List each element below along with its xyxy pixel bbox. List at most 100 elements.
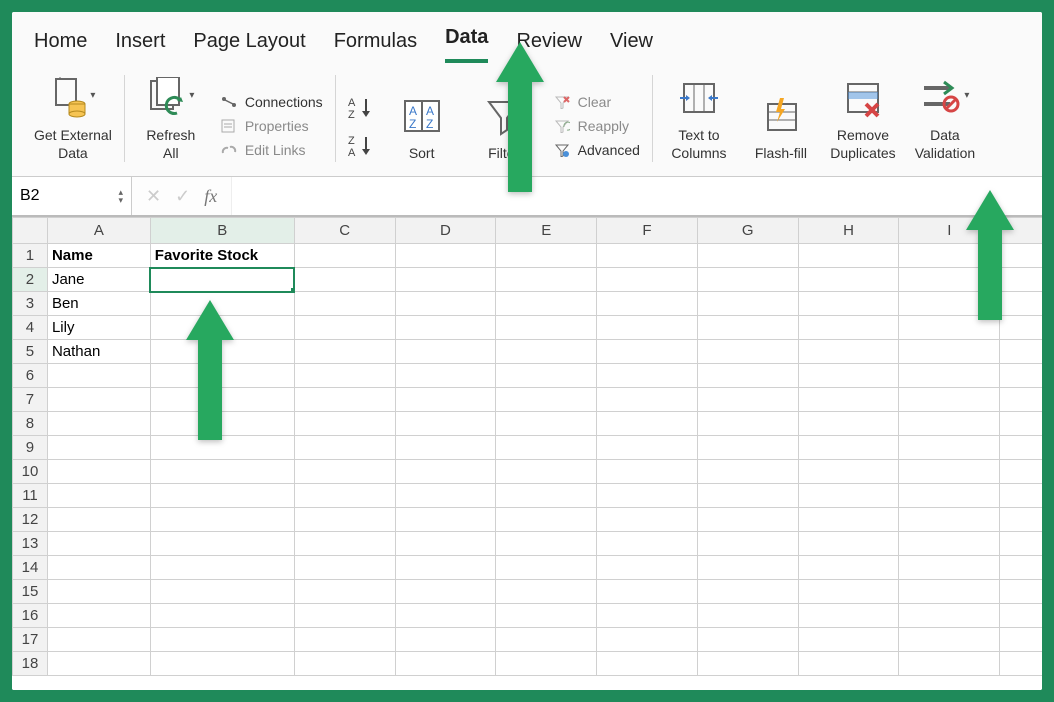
cell-I12[interactable] <box>899 508 1000 532</box>
cell-A3[interactable]: Ben <box>47 292 150 316</box>
cell-F7[interactable] <box>597 388 698 412</box>
cell-I7[interactable] <box>899 388 1000 412</box>
cell-D4[interactable] <box>395 316 496 340</box>
cell-E5[interactable] <box>496 340 597 364</box>
cell-G1[interactable] <box>697 244 798 268</box>
col-header-G[interactable]: G <box>697 218 798 244</box>
cell-A10[interactable] <box>47 460 150 484</box>
cell-B6[interactable] <box>150 364 294 388</box>
cell-G13[interactable] <box>697 532 798 556</box>
cell-E17[interactable] <box>496 628 597 652</box>
cell-G16[interactable] <box>697 604 798 628</box>
cell-G8[interactable] <box>697 412 798 436</box>
cell-C6[interactable] <box>294 364 395 388</box>
cell-C11[interactable] <box>294 484 395 508</box>
cell-A17[interactable] <box>47 628 150 652</box>
row-header-8[interactable]: 8 <box>13 412 48 436</box>
formula-input[interactable] <box>232 177 1042 215</box>
cell-B15[interactable] <box>150 580 294 604</box>
row-header-17[interactable]: 17 <box>13 628 48 652</box>
sort-ascending-button[interactable]: A Z <box>348 96 374 120</box>
cell-C16[interactable] <box>294 604 395 628</box>
cell-A4[interactable]: Lily <box>47 316 150 340</box>
cell-D2[interactable] <box>395 268 496 292</box>
cell-A9[interactable] <box>47 436 150 460</box>
connections-button[interactable]: Connections <box>219 94 323 110</box>
col-header-E[interactable]: E <box>496 218 597 244</box>
cell-D8[interactable] <box>395 412 496 436</box>
cell-E14[interactable] <box>496 556 597 580</box>
cell-B14[interactable] <box>150 556 294 580</box>
cell-B13[interactable] <box>150 532 294 556</box>
cell-F18[interactable] <box>597 652 698 676</box>
cell-B16[interactable] <box>150 604 294 628</box>
cell-A6[interactable] <box>47 364 150 388</box>
cell-H14[interactable] <box>798 556 899 580</box>
cell-H1[interactable] <box>798 244 899 268</box>
cell-H3[interactable] <box>798 292 899 316</box>
cell-G3[interactable] <box>697 292 798 316</box>
cell-B4[interactable] <box>150 316 294 340</box>
cell-C1[interactable] <box>294 244 395 268</box>
properties-button[interactable]: Properties <box>219 118 323 134</box>
cell-C3[interactable] <box>294 292 395 316</box>
cell-C9[interactable] <box>294 436 395 460</box>
cell-G7[interactable] <box>697 388 798 412</box>
cell-D16[interactable] <box>395 604 496 628</box>
name-box[interactable]: B2 ▴▾ <box>12 177 132 215</box>
cell-E6[interactable] <box>496 364 597 388</box>
cell-E15[interactable] <box>496 580 597 604</box>
clear-filter-button[interactable]: Clear <box>552 94 640 110</box>
cell-D11[interactable] <box>395 484 496 508</box>
cell-G5[interactable] <box>697 340 798 364</box>
col-header-I[interactable]: I <box>899 218 1000 244</box>
cell-E3[interactable] <box>496 292 597 316</box>
cell-E8[interactable] <box>496 412 597 436</box>
row-header-5[interactable]: 5 <box>13 340 48 364</box>
cell-D14[interactable] <box>395 556 496 580</box>
sort-button[interactable]: A Z A Z Sort <box>388 93 456 163</box>
cell-F9[interactable] <box>597 436 698 460</box>
row-header-16[interactable]: 16 <box>13 604 48 628</box>
tab-view[interactable]: View <box>610 30 653 63</box>
row-header-10[interactable]: 10 <box>13 460 48 484</box>
filter-button[interactable]: Filter <box>470 93 538 163</box>
cell-E10[interactable] <box>496 460 597 484</box>
cell-B7[interactable] <box>150 388 294 412</box>
sort-descending-button[interactable]: Z A <box>348 134 374 158</box>
row-header-7[interactable]: 7 <box>13 388 48 412</box>
fx-icon[interactable]: fx <box>204 186 217 207</box>
cell-I16[interactable] <box>899 604 1000 628</box>
cell-F1[interactable] <box>597 244 698 268</box>
cell-I13[interactable] <box>899 532 1000 556</box>
tab-home[interactable]: Home <box>34 30 87 63</box>
cell-H6[interactable] <box>798 364 899 388</box>
cell-I8[interactable] <box>899 412 1000 436</box>
cell-F6[interactable] <box>597 364 698 388</box>
row-header-1[interactable]: 1 <box>13 244 48 268</box>
cell-G10[interactable] <box>697 460 798 484</box>
cell-C15[interactable] <box>294 580 395 604</box>
cell-G12[interactable] <box>697 508 798 532</box>
cell-F2[interactable] <box>597 268 698 292</box>
cell-I18[interactable] <box>899 652 1000 676</box>
tab-insert[interactable]: Insert <box>115 30 165 63</box>
cell-G11[interactable] <box>697 484 798 508</box>
cell-D3[interactable] <box>395 292 496 316</box>
cell-D15[interactable] <box>395 580 496 604</box>
row-header-15[interactable]: 15 <box>13 580 48 604</box>
cell-F8[interactable] <box>597 412 698 436</box>
cell-D17[interactable] <box>395 628 496 652</box>
tab-data[interactable]: Data <box>445 26 488 63</box>
cell-E18[interactable] <box>496 652 597 676</box>
cell-I9[interactable] <box>899 436 1000 460</box>
cell-B11[interactable] <box>150 484 294 508</box>
cell-C4[interactable] <box>294 316 395 340</box>
cell-A1[interactable]: Name <box>47 244 150 268</box>
cell-H16[interactable] <box>798 604 899 628</box>
cell-F4[interactable] <box>597 316 698 340</box>
tab-formulas[interactable]: Formulas <box>334 30 417 63</box>
cell-E2[interactable] <box>496 268 597 292</box>
cell-I3[interactable] <box>899 292 1000 316</box>
row-header-11[interactable]: 11 <box>13 484 48 508</box>
